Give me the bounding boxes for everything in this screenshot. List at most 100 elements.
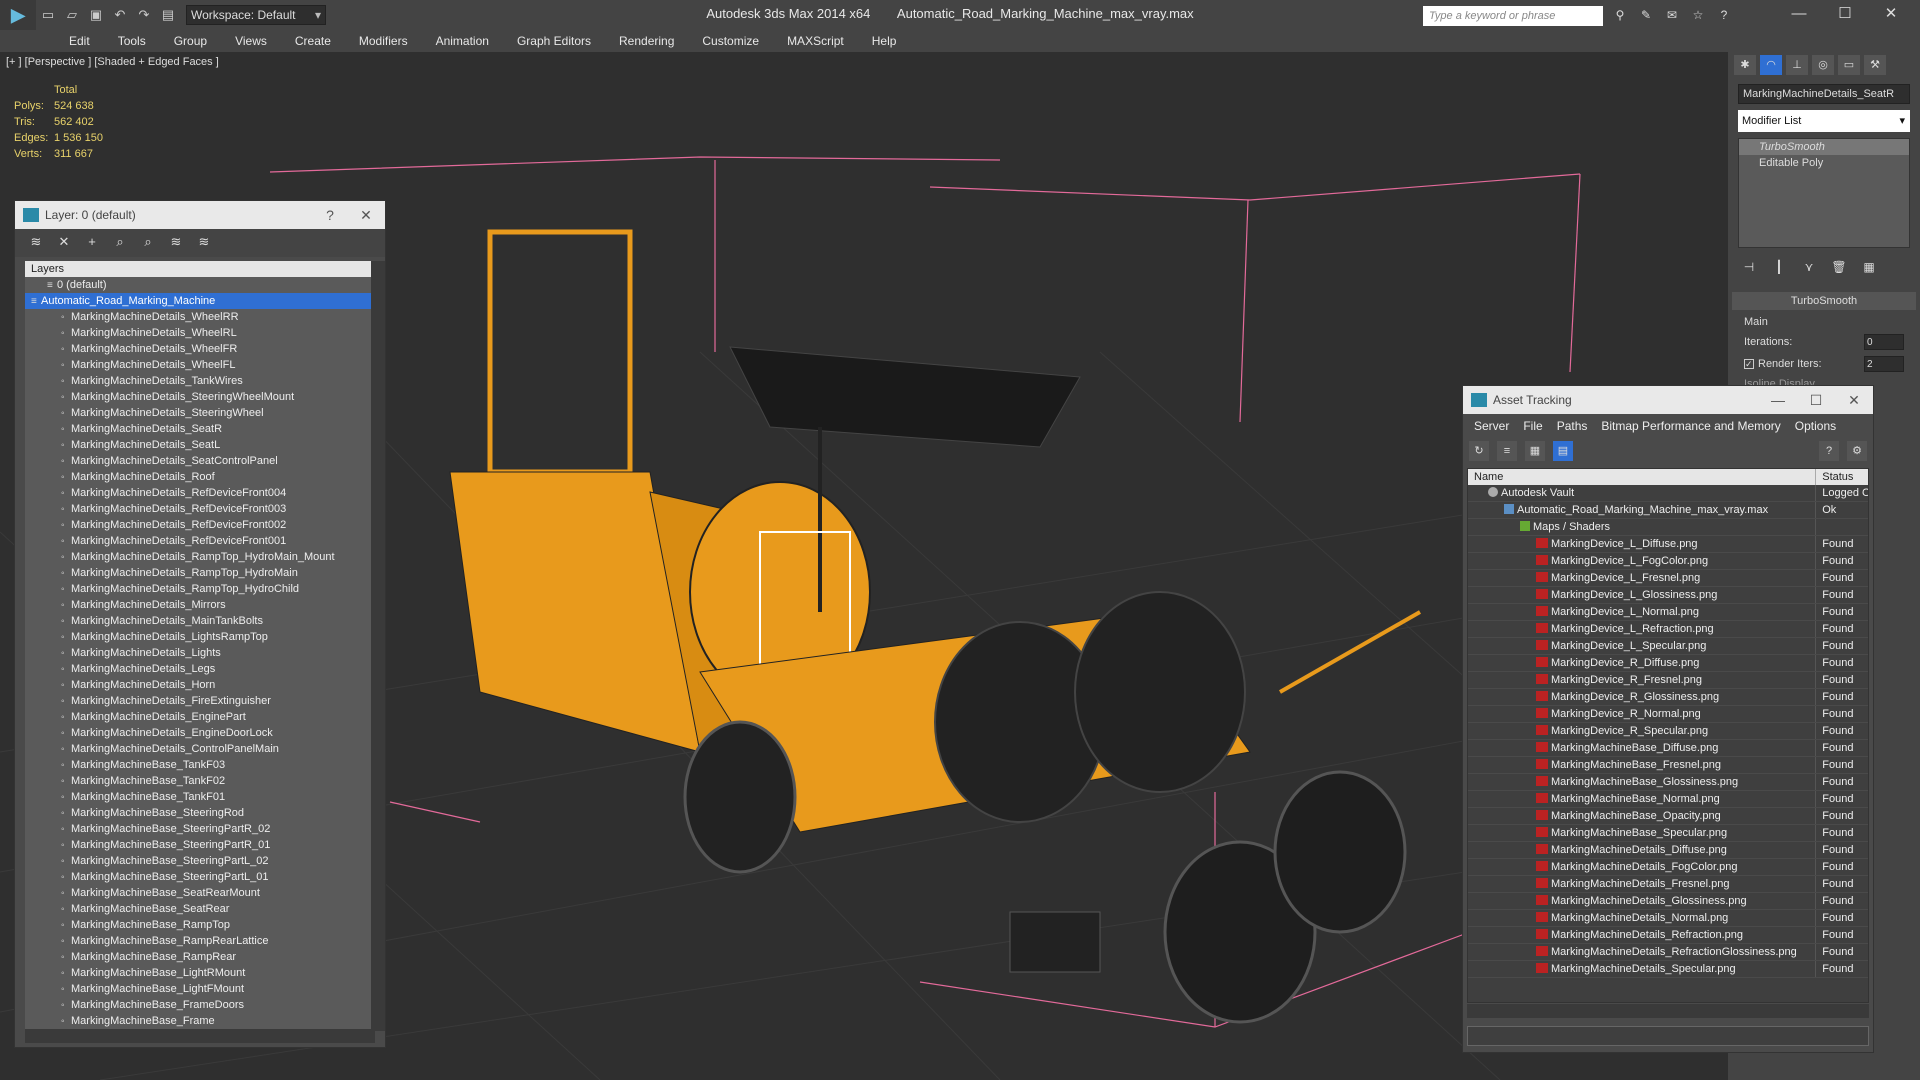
asset-file-row[interactable]: MarkingMachineDetails_Fresnel.png Found [1468,876,1868,893]
highlight-layer-icon[interactable]: ⌕ [139,233,157,251]
delete-layer-icon[interactable]: ✕ [55,233,73,251]
app-logo-icon[interactable]: ▶ [0,0,36,30]
make-unique-icon[interactable]: ⋎ [1800,258,1818,276]
layer-row[interactable]: ◦ MarkingMachineBase_SteeringRod [25,805,375,821]
maps-folder-row[interactable]: Maps / Shaders [1468,519,1868,536]
render-iters-checkbox[interactable]: ✓ [1744,359,1754,369]
layer-row[interactable]: ◦ MarkingMachineDetails_EngineDoorLock [25,725,375,741]
layer-row[interactable]: ◦ MarkingMachineDetails_RampTop_HydroMain… [25,549,375,565]
layer-row[interactable]: ◦ MarkingMachineDetails_RefDeviceFront002 [25,517,375,533]
layers-column-header[interactable]: Layers [25,261,375,277]
layer-row[interactable]: ◦ MarkingMachineBase_TankF02 [25,773,375,789]
asset-tracking-titlebar[interactable]: Asset Tracking — ☐ ✕ [1463,386,1873,414]
maximize-icon[interactable]: ☐ [1822,0,1868,30]
layer-row[interactable]: ≡ 0 (default) [25,277,375,293]
show-end-result-icon[interactable]: ┃ [1770,258,1788,276]
hide-layers-icon[interactable]: ≋ [167,233,185,251]
freeze-layers-icon[interactable]: ≋ [195,233,213,251]
help-icon[interactable]: ? [1714,5,1734,25]
layer-row[interactable]: ◦ MarkingMachineBase_RampTop [25,917,375,933]
layer-row[interactable]: ◦ MarkingMachineBase_SeatRearMount [25,885,375,901]
layer-row[interactable]: ◦ MarkingMachineBase_LightFMount [25,981,375,997]
layer-row[interactable]: ◦ MarkingMachineDetails_TankWires [25,373,375,389]
asset-file-row[interactable]: MarkingMachineBase_Fresnel.png Found [1468,757,1868,774]
asset-file-row[interactable]: MarkingMachineBase_Specular.png Found [1468,825,1868,842]
display-tab-icon[interactable]: ▭ [1838,55,1860,75]
menu-customize[interactable]: Customize [688,34,773,48]
motion-tab-icon[interactable]: ◎ [1812,55,1834,75]
asset-file-row[interactable]: MarkingMachineDetails_Normal.png Found [1468,910,1868,927]
asset-file-row[interactable]: MarkingMachineDetails_Glossiness.png Foun… [1468,893,1868,910]
asset-file-row[interactable]: MarkingMachineDetails_Refraction.png Foun… [1468,927,1868,944]
create-layer-icon[interactable]: ≋ [27,233,45,251]
layer-row[interactable]: ◦ MarkingMachineDetails_EnginePart [25,709,375,725]
minimize-icon[interactable]: — [1776,0,1822,30]
search-input[interactable]: Type a keyword or phrase [1423,6,1603,26]
layer-row[interactable]: ◦ MarkingMachineDetails_SteeringWheelMoun… [25,389,375,405]
asset-file-row[interactable]: MarkingDevice_L_Diffuse.png Found [1468,536,1868,553]
menu-options[interactable]: Options [1788,419,1843,433]
layer-row[interactable]: ◦ MarkingMachineBase_SeatRear [25,901,375,917]
menu-graph-editors[interactable]: Graph Editors [503,34,605,48]
layer-row[interactable]: ◦ MarkingMachineDetails_Lights [25,645,375,661]
layer-row[interactable]: ◦ MarkingMachineDetails_RefDeviceFront004 [25,485,375,501]
viewport-label[interactable]: [+ ] [Perspective ] [Shaded + Edged Face… [6,56,219,68]
close-icon[interactable]: ✕ [1839,386,1869,414]
asset-file-row[interactable]: MarkingDevice_R_Glossiness.png Found [1468,689,1868,706]
layer-row[interactable]: ◦ MarkingMachineDetails_MainTankBolts [25,613,375,629]
asset-file-row[interactable]: MarkingMachineBase_Diffuse.png Found [1468,740,1868,757]
asset-file-row[interactable]: MarkingMachineBase_Opacity.png Found [1468,808,1868,825]
render-iters-spinner[interactable] [1864,356,1904,372]
redo-icon[interactable]: ↷ [134,5,154,25]
help-icon[interactable]: ? [1819,441,1839,461]
layer-row[interactable]: ◦ MarkingMachineDetails_Horn [25,677,375,693]
layer-row[interactable]: ≡ Automatic_Road_Marking_Machine [25,293,375,309]
help-button[interactable]: ? [315,201,345,229]
menu-file[interactable]: File [1516,419,1549,433]
layer-row[interactable]: ◦ MarkingMachineBase_SteeringPartR_02 [25,821,375,837]
max-file-row[interactable]: Automatic_Road_Marking_Machine_max_vray.… [1468,502,1868,519]
asset-file-row[interactable]: MarkingDevice_L_Glossiness.png Found [1468,587,1868,604]
configure-sets-icon[interactable]: ▦ [1860,258,1878,276]
layer-row[interactable]: ◦ MarkingMachineDetails_SeatR [25,421,375,437]
modify-tab-icon[interactable]: ◠ [1760,55,1782,75]
asset-file-row[interactable]: MarkingMachineBase_Glossiness.png Found [1468,774,1868,791]
asset-file-row[interactable]: MarkingMachineBase_Normal.png Found [1468,791,1868,808]
menu-bitmap-performance[interactable]: Bitmap Performance and Memory [1594,419,1787,433]
layer-row[interactable]: ◦ MarkingMachineBase_SteeringPartL_01 [25,869,375,885]
asset-file-row[interactable]: MarkingDevice_R_Specular.png Found [1468,723,1868,740]
layer-row[interactable]: ◦ MarkingMachineBase_Frame [25,1013,375,1029]
layer-row[interactable]: ◦ MarkingMachineBase_LightRMount [25,965,375,981]
object-name-field[interactable]: MarkingMachineDetails_SeatR [1738,84,1910,104]
layer-row[interactable]: ◦ MarkingMachineBase_TankF01 [25,789,375,805]
settings-icon[interactable]: ⚙ [1847,441,1867,461]
select-objects-icon[interactable]: ⌕ [111,233,129,251]
stack-item-turbosmooth[interactable]: TurboSmooth [1739,139,1909,155]
list-view-icon[interactable]: ≡ [1497,441,1517,461]
layer-row[interactable]: ◦ MarkingMachineDetails_Legs [25,661,375,677]
save-icon[interactable]: ▣ [86,5,106,25]
binoculars-icon[interactable]: ⚲ [1610,5,1630,25]
hierarchy-tab-icon[interactable]: ⊥ [1786,55,1808,75]
pin-stack-icon[interactable]: ⊣ [1740,258,1758,276]
menu-animation[interactable]: Animation [422,34,503,48]
workspace-dropdown[interactable]: Workspace: Default [186,5,326,25]
asset-file-row[interactable]: MarkingDevice_R_Fresnel.png Found [1468,672,1868,689]
layer-row[interactable]: ◦ MarkingMachineDetails_RampTop_HydroMain [25,565,375,581]
layer-row[interactable]: ◦ MarkingMachineDetails_ControlPanelMain [25,741,375,757]
asset-file-row[interactable]: MarkingDevice_L_Fresnel.png Found [1468,570,1868,587]
asset-file-row[interactable]: MarkingMachineDetails_FogColor.png Found [1468,859,1868,876]
add-to-layer-icon[interactable]: + [83,233,101,251]
asset-file-row[interactable]: MarkingMachineDetails_Specular.png Found [1468,961,1868,978]
layer-dialog-titlebar[interactable]: Layer: 0 (default) ? ✕ [15,201,385,229]
layer-row[interactable]: ◦ MarkingMachineBase_TankF03 [25,757,375,773]
layer-row[interactable]: ◦ MarkingMachineDetails_SeatControlPanel [25,453,375,469]
layer-row[interactable]: ◦ MarkingMachineBase_SteeringPartL_02 [25,853,375,869]
minimize-icon[interactable]: — [1763,386,1793,414]
asset-file-row[interactable]: MarkingMachineDetails_RefractionGlossine… [1468,944,1868,961]
layer-row[interactable]: ◦ MarkingMachineDetails_FireExtinguisher [25,693,375,709]
layer-row[interactable]: ◦ MarkingMachineDetails_RefDeviceFront001 [25,533,375,549]
maximize-icon[interactable]: ☐ [1801,386,1831,414]
turbosmooth-rollout[interactable]: TurboSmooth [1732,292,1916,310]
layer-row[interactable]: ◦ MarkingMachineBase_RampRear [25,949,375,965]
